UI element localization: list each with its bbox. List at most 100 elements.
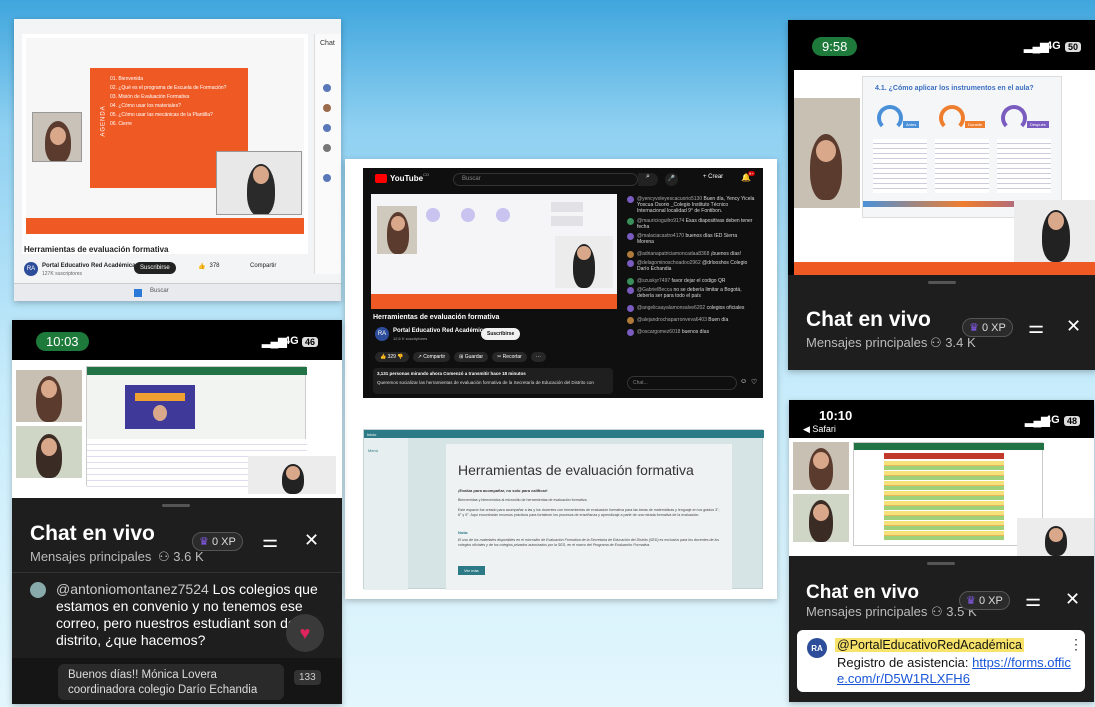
create-button[interactable]: + Crear	[703, 174, 723, 180]
avatar	[627, 277, 634, 285]
pinned-message-card[interactable]: RA @PortalEducativoRedAcadémica ⋮ Regist…	[797, 630, 1085, 692]
microsite-nav-item[interactable]: Menú	[368, 448, 378, 453]
channel-avatar[interactable]: RA	[375, 327, 389, 341]
chat-subtitle[interactable]: Mensajes principales	[30, 549, 151, 564]
share-label: Compartir	[423, 354, 446, 360]
phone-screenshot-tile: 10:10 ◀ Safari ▂▄▆ 4G 48 Chat en vivo Me…	[789, 400, 1094, 702]
search-icon[interactable]: ⌕	[638, 173, 658, 186]
channel-subs: 127K suscriptores	[42, 271, 83, 277]
description-text: Queremos socializar las herramientas de …	[377, 380, 594, 385]
more-options-icon[interactable]: ⋮	[1069, 636, 1083, 653]
youtube-logo-icon[interactable]	[375, 174, 387, 183]
thumbs-up-icon: 👍	[198, 264, 206, 270]
close-icon[interactable]: ✕	[1065, 589, 1080, 610]
reply-bubble[interactable]: Buenos días!! Mónica Lovera coordinadora…	[58, 664, 284, 700]
slide-title: 4.1. ¿Cómo aplicar los instrumentos en e…	[875, 85, 1034, 92]
video-title: Herramientas de evaluación formativa	[373, 314, 500, 321]
agenda-label: AGENDA	[100, 105, 107, 137]
subscribe-button[interactable]: Suscribirse	[481, 328, 521, 340]
agenda-item: 02. ¿Qué es el programa de Escuela de Fo…	[110, 85, 227, 91]
drag-handle[interactable]	[162, 504, 190, 507]
close-icon[interactable]: ✕	[304, 530, 319, 551]
status-bar: 10:10 ◀ Safari ▂▄▆ 4G 48	[789, 400, 1094, 438]
chat-subtitle[interactable]: Mensajes principales	[806, 604, 927, 619]
heart-outline-icon[interactable]: ♡	[751, 378, 757, 386]
share-button[interactable]: ↗ Compartir	[412, 352, 451, 362]
avatar	[627, 233, 634, 240]
avatar	[627, 328, 634, 336]
channel-subs: 12,6 K suscriptores	[393, 336, 428, 341]
chat-message: @oscargomez6018 buenos días	[627, 326, 755, 338]
video-player[interactable]: 4.1. ¿Cómo aplicar los instrumentos en e…	[794, 70, 1095, 275]
pinned-text-label: Registro de asistencia:	[837, 655, 973, 670]
chat-message: @szuskyr7497 favor dejar el codigo QR	[627, 275, 755, 287]
crown-icon: ♛	[199, 536, 209, 548]
xp-badge[interactable]: ♛ 0 XP	[192, 532, 243, 551]
drag-handle[interactable]	[927, 562, 955, 565]
video-player[interactable]	[12, 360, 342, 498]
subscribe-button[interactable]: Suscribirse	[134, 262, 176, 274]
chat-title: Chat en vivo	[806, 582, 919, 603]
laptop-screenshot-tile: AGENDA 01. Bienvenida 02. ¿Qué es el pro…	[14, 19, 341, 301]
phase-text-block	[935, 139, 989, 193]
avatar	[323, 144, 331, 152]
like-button[interactable]: 👍 378	[198, 263, 220, 270]
clip-button[interactable]: ✂ Recortar	[492, 352, 527, 362]
chat-message: @adrianapatriciamoncadaa8368 ¡buenos día…	[627, 248, 755, 260]
taskbar-search[interactable]: Buscar	[150, 288, 169, 294]
chat-text: ¡buenos días!	[710, 251, 742, 257]
avatar	[627, 287, 634, 294]
microsite-more-button[interactable]: Ver más	[458, 566, 485, 575]
more-button[interactable]: ···	[530, 352, 546, 362]
description-box[interactable]: 3,131 personas mirando ahora Comenzó a t…	[373, 368, 613, 394]
save-button[interactable]: ⊞ Guardar	[454, 352, 489, 362]
chat-input[interactable]: Chat...	[627, 376, 737, 390]
live-chat-panel: @yencyvoleyescacuorio5130 Buen día, Yenc…	[625, 194, 761, 394]
filter-sliders-icon[interactable]: ⚌	[1025, 590, 1041, 611]
chat-user: @alejandrochaparronveva6403	[637, 317, 707, 323]
video-player[interactable]	[371, 194, 617, 309]
video-player[interactable]	[789, 438, 1094, 556]
chat-message: @alejandrochaparronveva6403 Buen día	[627, 314, 755, 326]
xp-badge[interactable]: ♛ 0 XP	[962, 318, 1013, 337]
microsite-note: El uso de los materiales disponibles en …	[458, 538, 720, 547]
excel-ribbon	[854, 443, 1044, 450]
emoji-icon[interactable]: ☺	[740, 378, 747, 385]
channel-name[interactable]: Portal Educativo Red Académica	[42, 263, 135, 269]
network-label: 4G	[284, 335, 299, 347]
microsite-heading: Herramientas de evaluación formativa	[458, 462, 694, 478]
microphone-icon[interactable]: 🎤	[665, 173, 678, 186]
slide-footer	[794, 262, 1095, 275]
youtube-brand[interactable]: YouTube	[390, 174, 423, 183]
viewer-count: ⚇ 3.4 K	[930, 335, 976, 351]
heart-reaction-button[interactable]: ♥	[286, 614, 324, 652]
live-chat-panel: Chat en vivo Mensajes principales ⚇ 3.5 …	[789, 556, 1094, 702]
drag-handle[interactable]	[928, 281, 956, 284]
battery-icon: 46	[302, 337, 319, 347]
chat-subtitle[interactable]: Mensajes principales	[806, 335, 927, 350]
windows-start-icon[interactable]	[134, 289, 142, 297]
windows-taskbar: Buscar	[14, 283, 341, 301]
channel-name[interactable]: Portal Educativo Red Académica	[393, 328, 486, 334]
avatar	[627, 316, 634, 324]
phase-text-block	[873, 139, 927, 193]
microsite-content: Herramientas de evaluación formativa ¡Ev…	[446, 444, 732, 590]
microsite-paragraph: Este espacio fue creado para acompañar a…	[458, 508, 720, 517]
microsite-nav-item[interactable]: Inicio	[367, 432, 376, 437]
participant-video	[16, 426, 82, 478]
share-button[interactable]: Compartir	[250, 263, 276, 269]
channel-avatar[interactable]: RA	[24, 262, 38, 276]
microsite-subheading: ¡Evalúa para acompañar, no solo para cal…	[458, 488, 548, 493]
xp-badge[interactable]: ♛ 0 XP	[959, 591, 1010, 610]
filter-sliders-icon[interactable]: ⚌	[1028, 317, 1044, 338]
microsite-sidebar: Menú	[364, 438, 408, 590]
search-input[interactable]: Buscar	[453, 173, 638, 186]
close-icon[interactable]: ✕	[1066, 316, 1081, 337]
presenter-video	[32, 112, 82, 162]
filter-sliders-icon[interactable]: ⚌	[262, 531, 278, 552]
person-icon: ⚇	[931, 604, 943, 619]
back-to-safari-link[interactable]: ◀ Safari	[803, 424, 836, 435]
like-button[interactable]: 👍 329 👎	[375, 352, 409, 362]
avatar	[323, 124, 331, 132]
slide: AGENDA 01. Bienvenida 02. ¿Qué es el pro…	[26, 38, 304, 234]
